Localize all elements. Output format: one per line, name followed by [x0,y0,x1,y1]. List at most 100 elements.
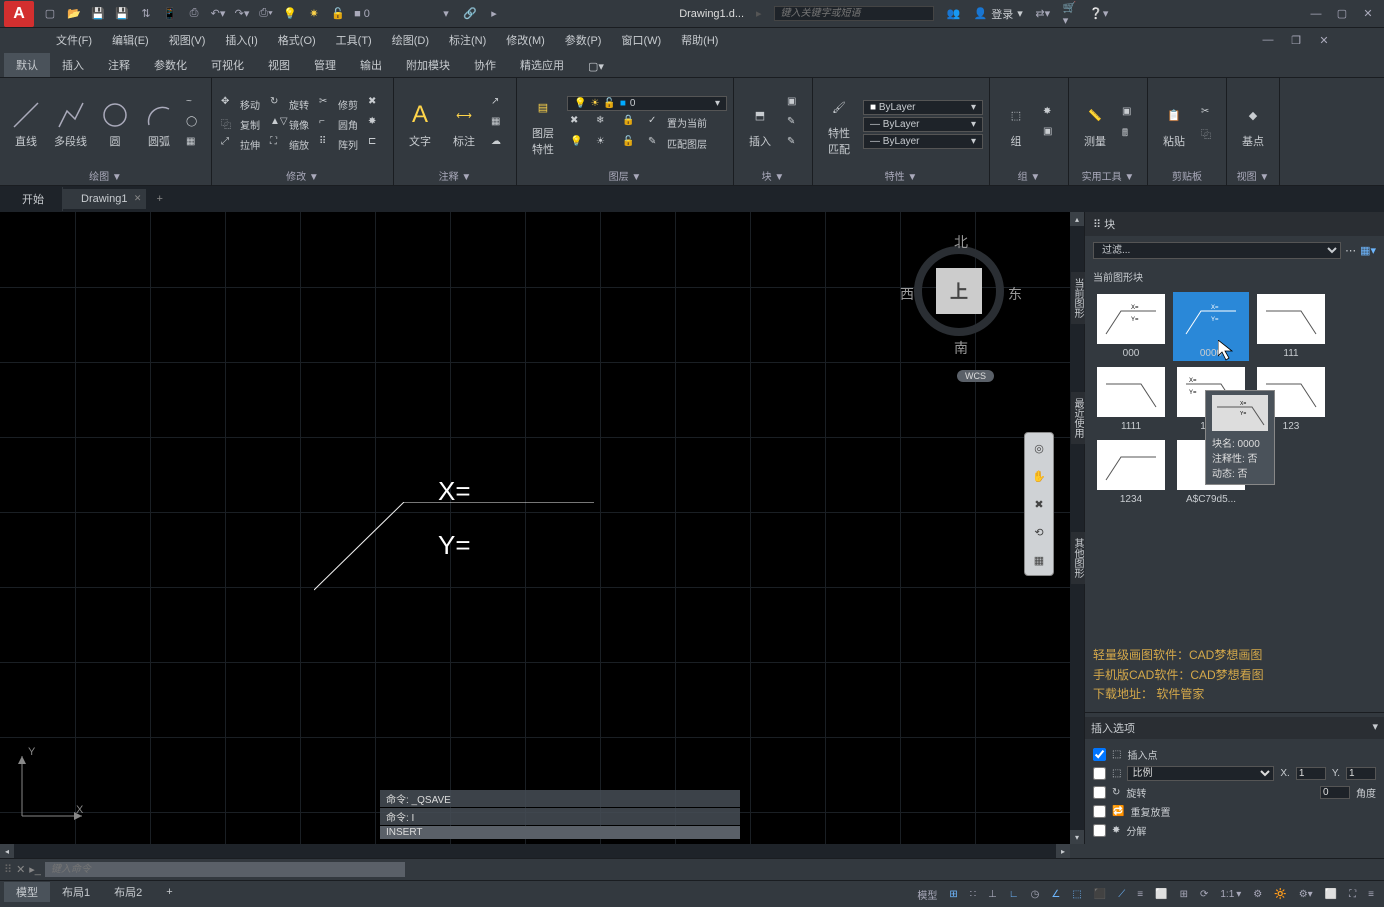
viewcube[interactable]: 上 北 南 西 东 [900,232,1020,372]
menu-edit[interactable]: 编辑(E) [104,30,157,50]
layout-tab-2[interactable]: 布局2 [102,882,154,902]
opt-rotate-check[interactable] [1093,786,1106,799]
a360-icon[interactable]: 👥 [946,6,962,22]
minimize-button[interactable]: — [1304,5,1328,23]
attr-button[interactable]: ✎ [784,135,806,153]
status-workspace[interactable]: ⚙▾ [1295,887,1317,902]
bulb-dim-icon[interactable]: ✷ [306,6,322,22]
scroll-down[interactable]: ▾ [1070,830,1084,844]
cmd-close-icon[interactable]: ✕ [16,863,25,876]
layfrz-button[interactable]: ❄ [593,114,615,132]
edit-block-button[interactable]: ✎ [784,115,806,133]
rotate-input[interactable] [1320,786,1350,799]
ribbon-tab-collab[interactable]: 协作 [462,53,508,77]
measure-button[interactable]: 📏测量 [1075,97,1115,151]
scale-y-input[interactable] [1346,767,1376,780]
laythw-button[interactable]: ☀ [593,135,615,153]
laylock-button[interactable]: 🔒 [619,114,641,132]
layout-tab-1[interactable]: 布局1 [50,882,102,902]
status-snap[interactable]: ∷ [966,887,980,902]
circle-button[interactable]: 圆 [95,97,135,151]
mobile-icon[interactable]: 📱 [162,6,178,22]
scale-mode-dropdown[interactable]: 比例 [1127,766,1274,781]
nav-wheel-button[interactable]: ◎ [1028,437,1050,459]
ribbon-tab-addins[interactable]: 附加模块 [394,53,462,77]
groupedit-button[interactable]: ▣ [1040,125,1062,143]
new-icon[interactable]: ▢ [42,6,58,22]
copy-button[interactable]: ⿻复制 [218,115,263,133]
status-scale[interactable]: 1:1▾ [1216,887,1245,902]
undo-icon[interactable]: ↶▾ [210,6,226,22]
menu-insert[interactable]: 插入(I) [217,30,265,50]
open-icon[interactable]: 📂 [66,6,82,22]
stretch-button[interactable]: ⤢拉伸 [218,135,263,153]
block-item[interactable]: 111 [1253,292,1329,361]
color-dropdown[interactable]: ■ ByLayer ▾ [863,100,983,115]
layout-tab-model[interactable]: 模型 [4,882,50,902]
status-cleanscreen[interactable]: ⛶ [1345,887,1360,902]
status-otrack[interactable]: ⟋ [1114,887,1129,902]
ribbon-tab-featured[interactable]: 精选应用 [508,53,576,77]
trim-button[interactable]: ✂修剪 [316,95,361,113]
opt-insertpt-check[interactable] [1093,748,1106,761]
bulb-on-icon[interactable]: 💡 [282,6,298,22]
cut-button[interactable]: ✂ [1198,105,1220,123]
block-item[interactable]: 1111 [1093,365,1169,434]
text-button[interactable]: A文字 [400,97,440,151]
group-button[interactable]: ⬚组 [996,97,1036,151]
status-iso[interactable]: ∠ [1047,887,1064,902]
menu-help[interactable]: 帮助(H) [673,30,726,50]
hatch-button[interactable]: ▦ [183,135,205,153]
array-button[interactable]: ⠿阵列 [316,135,361,153]
table-button[interactable]: ▦ [488,115,510,133]
menu-format[interactable]: 格式(O) [270,30,324,50]
scroll-left[interactable]: ◂ [0,844,14,858]
mirror-button[interactable]: ▲▽镜像 [267,115,312,133]
status-gear[interactable]: ⚙ [1249,887,1266,902]
save-icon[interactable]: 💾 [90,6,106,22]
ellipse-button[interactable]: ◯ [183,115,205,133]
copy-clip-button[interactable]: ⿻ [1198,125,1220,143]
layer-dropdown[interactable]: 💡☀🔓■0▾ [567,96,727,111]
linetype-dropdown[interactable]: — ByLayer ▾ [863,134,983,149]
arc-button[interactable]: 圆弧 [139,97,179,151]
dim-button[interactable]: ⟷标注 [444,97,484,151]
close-button[interactable]: ✕ [1356,5,1380,23]
status-3dosnap[interactable]: ⬛ [1090,887,1110,902]
app-icon[interactable]: A [4,1,34,27]
line-button[interactable]: 直线 [6,97,46,151]
erase-button[interactable]: ✖ [365,95,387,113]
layerprops-button[interactable]: ▤图层 特性 [523,89,563,159]
sidetab-recent[interactable]: 最近使用 [1070,398,1085,438]
scroll-up[interactable]: ▴ [1070,212,1084,226]
nav-pan-button[interactable]: ✋ [1028,465,1050,487]
nav-zoom-button[interactable]: ✖ [1028,493,1050,515]
status-custom[interactable]: ≡ [1364,887,1378,902]
block-item[interactable]: 1234 [1093,438,1169,507]
maximize-button[interactable]: ▢ [1330,5,1354,23]
ribbon-tab-default[interactable]: 默认 [4,53,50,77]
nav-orbit-button[interactable]: ⟲ [1028,521,1050,543]
qat-dd-icon[interactable]: ▾ [438,6,454,22]
share-icon[interactable]: 🔗 [462,6,478,22]
matchprops-button[interactable]: 🖌特性 匹配 [819,89,859,159]
opt-explode-check[interactable] [1093,824,1106,837]
status-grid[interactable]: ⊞ [945,887,961,902]
ribbon-tab-view[interactable]: 视图 [256,53,302,77]
status-model[interactable]: 模型 [913,885,941,904]
viewcube-east[interactable]: 东 [1008,284,1022,304]
wcs-badge[interactable]: WCS [957,370,994,382]
status-lwt[interactable]: ≡ [1133,887,1147,902]
cloud-button[interactable]: ☁ [488,135,510,153]
setcurrent-button[interactable]: ✓置为当前 [645,114,710,132]
status-monitor[interactable]: ⬜ [1321,887,1341,902]
viewcube-south[interactable]: 南 [954,338,968,358]
doc-restore[interactable]: ❐ [1284,31,1308,49]
play-icon[interactable]: ▸ [486,6,502,22]
menu-param[interactable]: 参数(P) [557,30,610,50]
tab-close-icon[interactable]: ✕ [134,193,142,204]
layout-tab-add[interactable]: + [154,884,184,900]
rotate-button[interactable]: ↻旋转 [267,95,312,113]
menu-view[interactable]: 视图(V) [161,30,214,50]
status-annoscale[interactable]: 🔆 [1270,887,1290,902]
